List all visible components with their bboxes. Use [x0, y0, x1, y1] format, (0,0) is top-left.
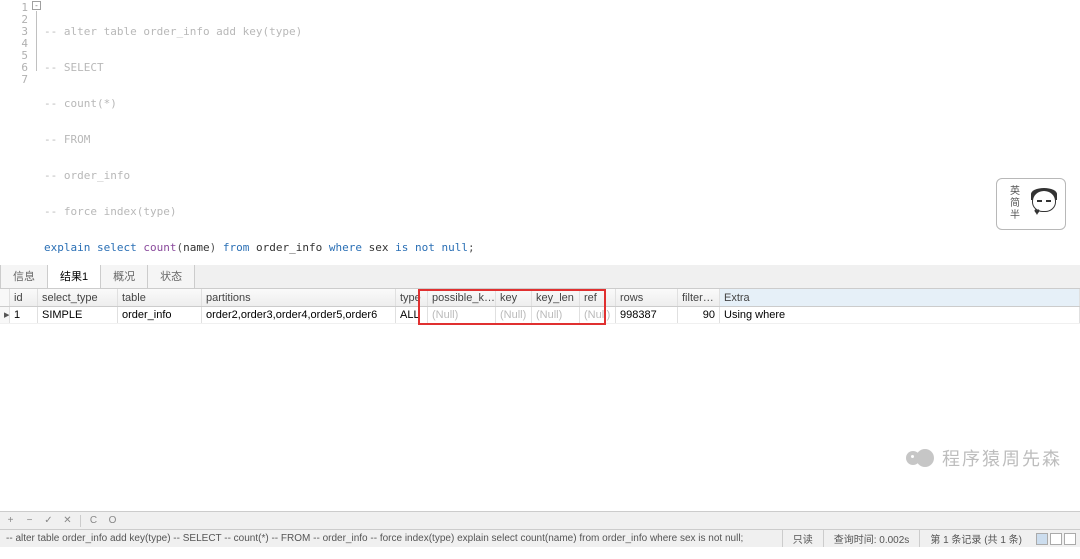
- tab-status[interactable]: 状态: [147, 263, 195, 288]
- cell-rows[interactable]: 998387: [616, 307, 678, 323]
- wechat-icon: [906, 445, 936, 471]
- col-table[interactable]: table: [118, 289, 202, 306]
- text-view-icon[interactable]: [1064, 533, 1076, 545]
- tab-result1[interactable]: 结果1: [47, 263, 101, 288]
- col-possible-keys[interactable]: possible_keys: [428, 289, 496, 306]
- cell-possible-keys[interactable]: (Null): [428, 307, 496, 323]
- grid-toolbar: + − ✓ ✕ C O: [0, 511, 1080, 529]
- row-marker-header: [0, 289, 10, 306]
- ime-label: 英 简 半: [1004, 186, 1026, 222]
- col-partitions[interactable]: partitions: [202, 289, 396, 306]
- col-rows[interactable]: rows: [616, 289, 678, 306]
- col-extra[interactable]: Extra: [720, 289, 1080, 306]
- row-marker: ▸: [0, 307, 10, 323]
- col-select-type[interactable]: select_type: [38, 289, 118, 306]
- cell-ref[interactable]: (Null): [580, 307, 616, 323]
- cell-type[interactable]: ALL: [396, 307, 428, 323]
- cell-key[interactable]: (Null): [496, 307, 532, 323]
- status-bar: -- alter table order_info add key(type) …: [0, 529, 1080, 547]
- sql-editor[interactable]: 1 2 3 4 5 6 7 - -- alter table order_inf…: [0, 0, 1080, 265]
- line-gutter: 1 2 3 4 5 6 7: [0, 0, 32, 86]
- apply-button[interactable]: ✓: [42, 514, 55, 527]
- grid-header-row: id select_type table partitions type pos…: [0, 289, 1080, 307]
- col-type[interactable]: type: [396, 289, 428, 306]
- result-tabs: 信息 结果1 概况 状态: [0, 265, 1080, 289]
- cell-table[interactable]: order_info: [118, 307, 202, 323]
- status-record-info: 第 1 条记录 (共 1 条): [919, 530, 1032, 547]
- code-content[interactable]: -- alter table order_info add key(type) …: [44, 2, 475, 265]
- col-key[interactable]: key: [496, 289, 532, 306]
- table-row[interactable]: ▸ 1 SIMPLE order_info order2,order3,orde…: [0, 307, 1080, 324]
- add-row-button[interactable]: +: [4, 514, 17, 527]
- cell-select-type[interactable]: SIMPLE: [38, 307, 118, 323]
- ime-sticker: 英 简 半 ♥: [996, 178, 1066, 230]
- watermark-text: 程序猿周先森: [942, 445, 1062, 471]
- col-id[interactable]: id: [10, 289, 38, 306]
- status-sql-echo: -- alter table order_info add key(type) …: [0, 533, 782, 544]
- fold-toggle[interactable]: -: [32, 1, 41, 10]
- refresh-button[interactable]: C: [87, 514, 100, 527]
- face-icon: ♥: [1030, 188, 1058, 220]
- watermark: 程序猿周先森: [906, 445, 1062, 471]
- view-mode-icons: [1032, 533, 1080, 545]
- grid-view-icon[interactable]: [1036, 533, 1048, 545]
- cell-partitions[interactable]: order2,order3,order4,order5,order6: [202, 307, 396, 323]
- col-ref[interactable]: ref: [580, 289, 616, 306]
- fold-guide: [36, 11, 37, 71]
- cell-id[interactable]: 1: [10, 307, 38, 323]
- status-query-time: 查询时间: 0.002s: [823, 530, 920, 547]
- form-view-icon[interactable]: [1050, 533, 1062, 545]
- cell-extra[interactable]: Using where: [720, 307, 1080, 323]
- cell-filtered[interactable]: 90: [678, 307, 720, 323]
- cell-key-len[interactable]: (Null): [532, 307, 580, 323]
- stop-button[interactable]: O: [106, 514, 119, 527]
- cancel-button[interactable]: ✕: [61, 514, 74, 527]
- col-filtered[interactable]: filtered: [678, 289, 720, 306]
- delete-row-button[interactable]: −: [23, 514, 36, 527]
- tab-info[interactable]: 信息: [0, 263, 48, 288]
- results-grid[interactable]: id select_type table partitions type pos…: [0, 289, 1080, 511]
- separator: [80, 515, 81, 527]
- col-key-len[interactable]: key_len: [532, 289, 580, 306]
- tab-profile[interactable]: 概况: [100, 263, 148, 288]
- status-readonly: 只读: [782, 530, 823, 547]
